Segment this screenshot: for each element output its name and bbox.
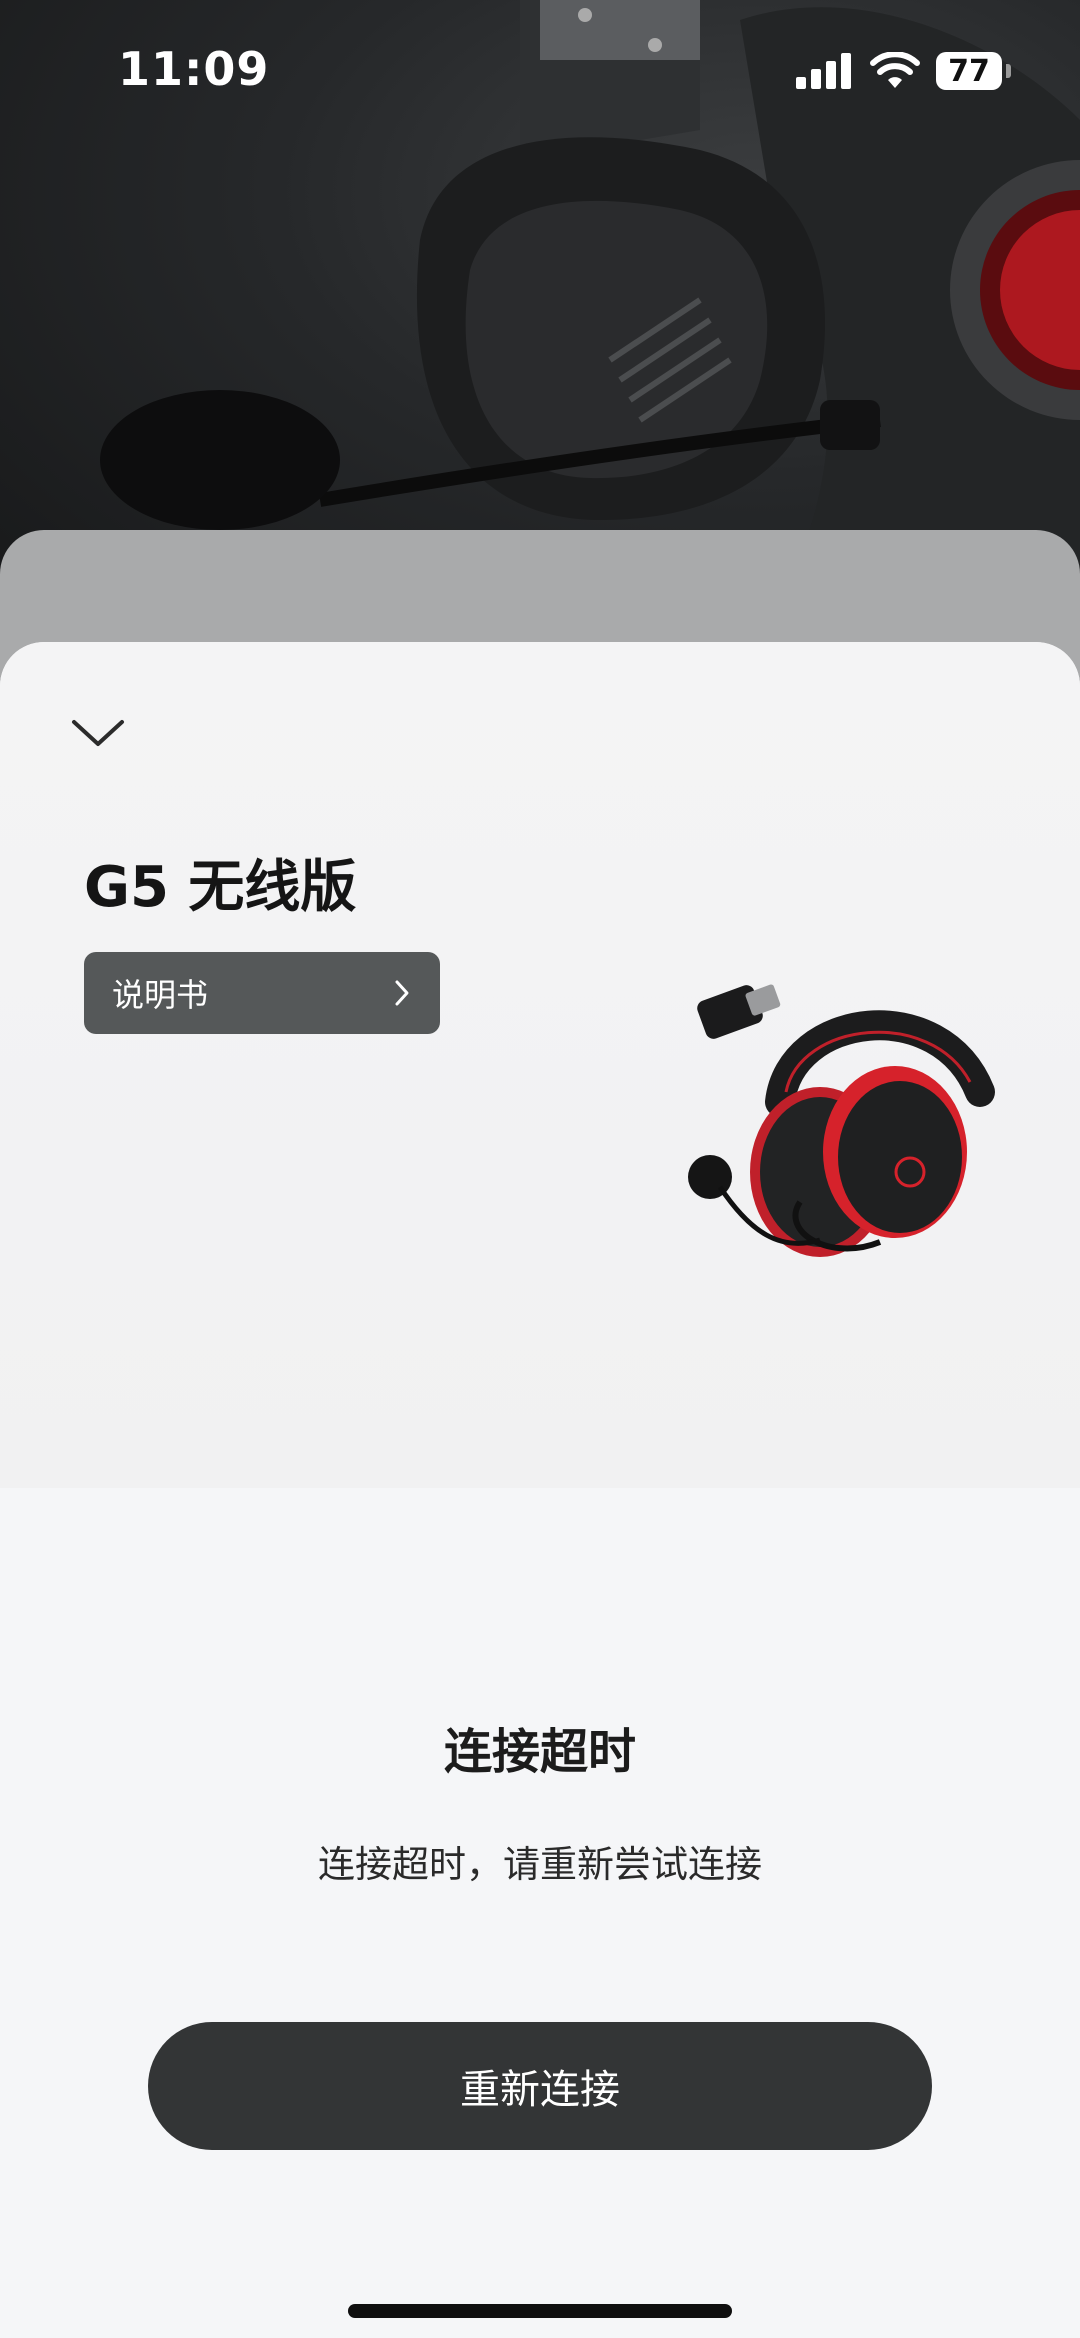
manual-button[interactable]: 说明书	[84, 952, 440, 1034]
device-title: G5 无线版	[84, 855, 357, 920]
battery-icon: 77	[936, 52, 1011, 90]
chevron-right-icon	[395, 980, 409, 1006]
connection-status-message: 连接超时，请重新尝试连接	[318, 1843, 762, 1886]
status-bar: 11:09 77	[0, 0, 1080, 140]
manual-label: 说明书	[112, 976, 209, 1014]
connection-status-title: 连接超时	[443, 1724, 636, 1780]
status-time: 11:09	[118, 42, 270, 96]
collapse-button[interactable]	[68, 712, 128, 752]
chevron-down-icon	[72, 720, 124, 746]
reconnect-button[interactable]: 重新连接	[148, 2022, 932, 2150]
wifi-icon	[870, 52, 920, 88]
home-indicator[interactable]	[348, 2304, 732, 2318]
headset-product-image	[688, 984, 995, 1257]
status-icons: 77	[796, 52, 1011, 90]
signal-icon	[796, 53, 851, 89]
connection-sheet: G5 无线版 说明书 连接超时 连接超时，请重新尝试连接 重新连接	[0, 642, 1080, 2338]
